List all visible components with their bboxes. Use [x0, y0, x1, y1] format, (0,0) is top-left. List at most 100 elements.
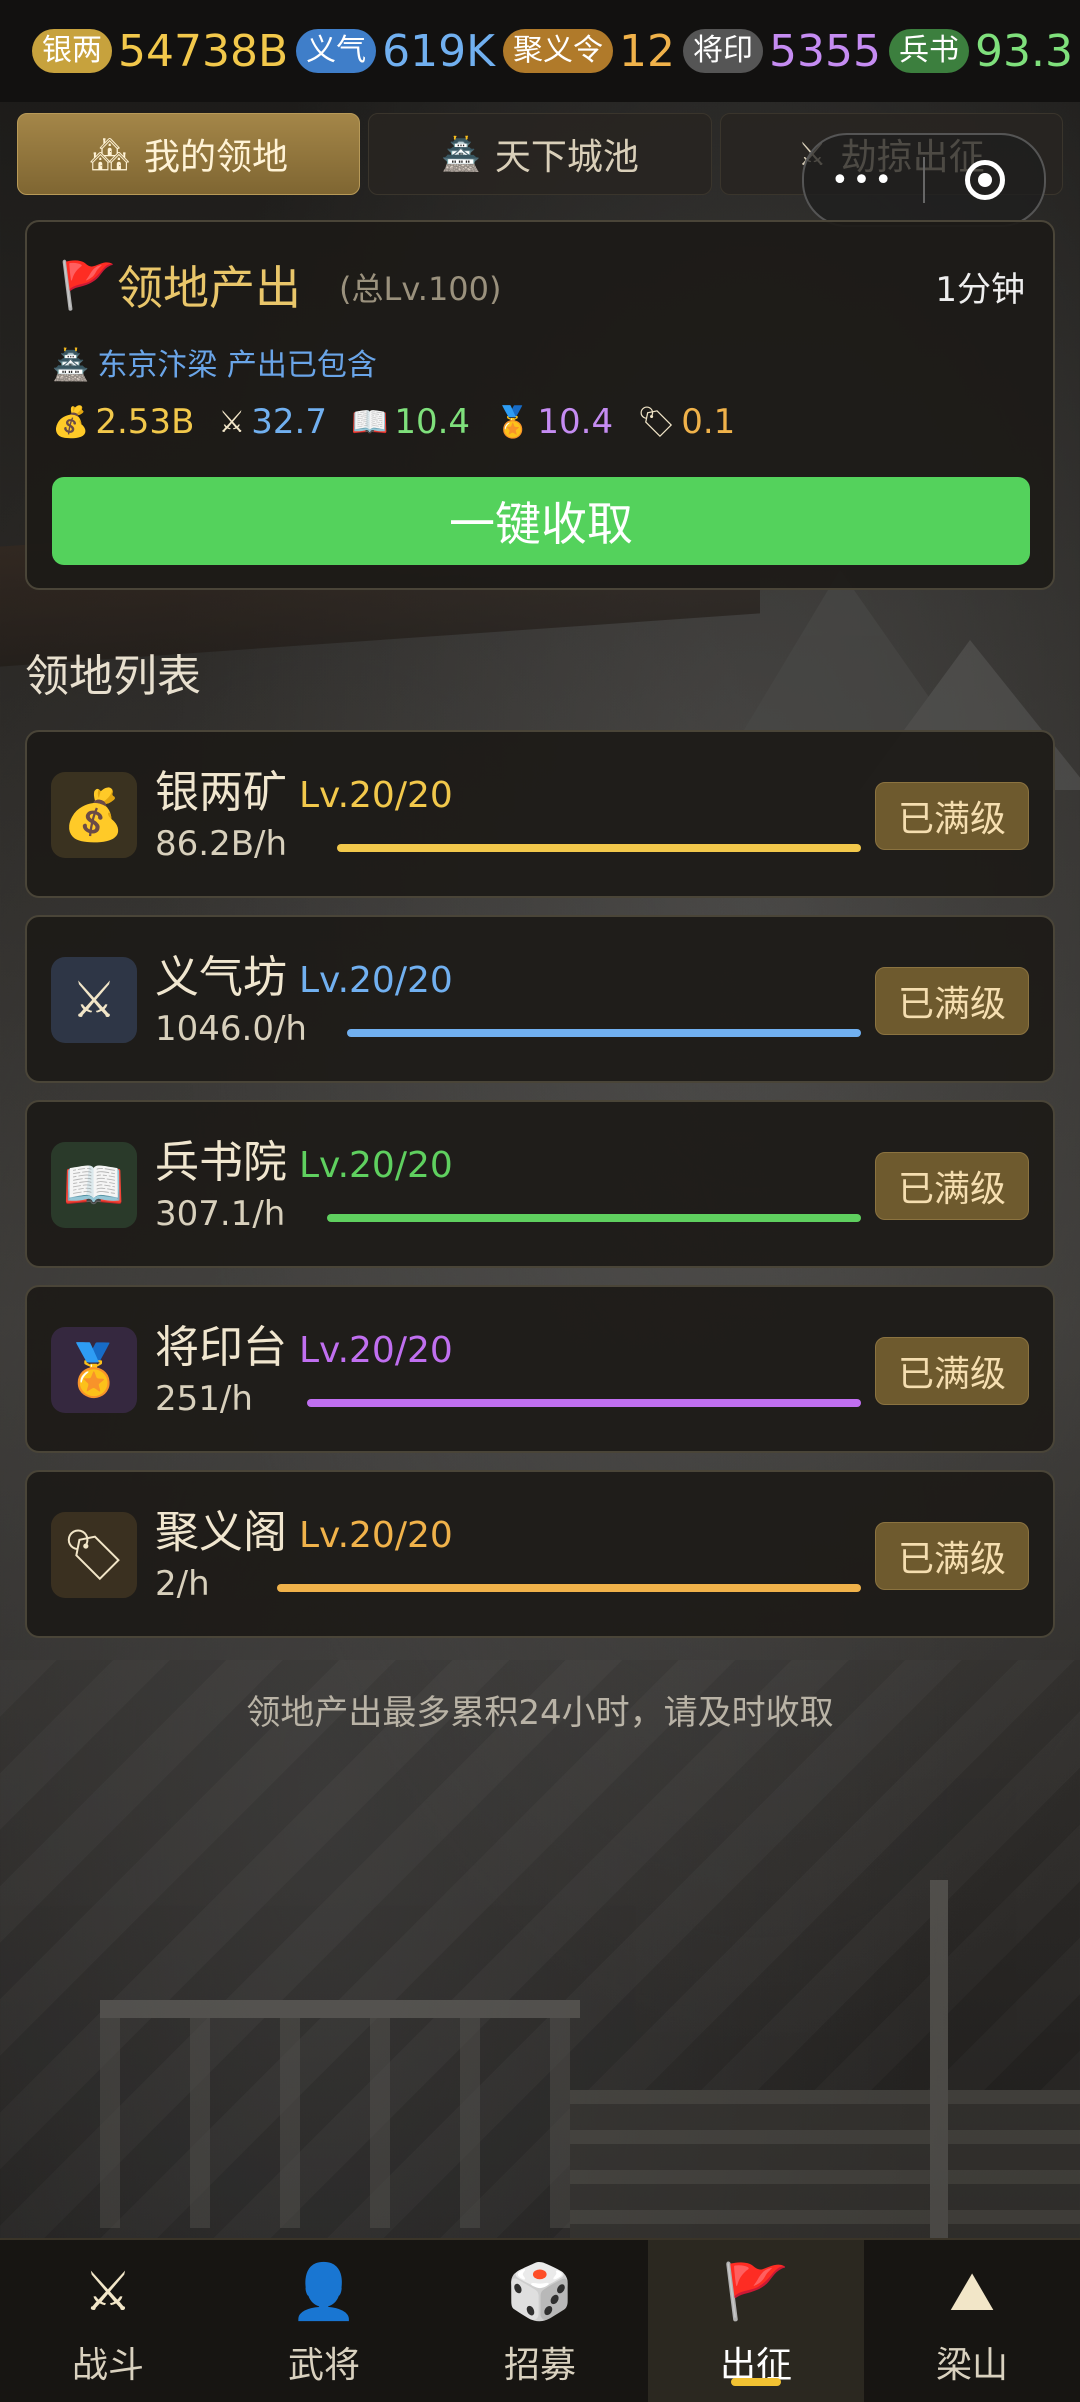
nav-item-4[interactable]: ⛰ 梁山	[864, 2240, 1080, 2402]
pagoda-icon: 🏯	[441, 135, 481, 173]
building-rate: 251/h	[155, 1379, 253, 1419]
collect-all-button[interactable]: 一键收取	[52, 477, 1030, 565]
tab-label: 我的领地	[143, 137, 288, 178]
resource-value: 12	[619, 25, 675, 77]
territory-row: 💰 银两矿 Lv.20/20 86.2B/h 已满级	[25, 730, 1055, 898]
label-icon: 🏷	[51, 1512, 137, 1598]
max-level-button[interactable]: 已满级	[875, 1337, 1029, 1405]
crossed-swords-icon: ⚔	[51, 957, 137, 1043]
resource-4: 兵书 93.3	[888, 25, 1073, 77]
production-timer: 1分钟	[935, 270, 1025, 310]
resource-0: 银两 54738B	[32, 26, 288, 77]
medal-icon: 🏅	[51, 1327, 137, 1413]
crossed-swords-icon: ⚔	[218, 404, 246, 440]
medal-icon: 🏅	[494, 404, 532, 440]
max-level-button[interactable]: 已满级	[875, 967, 1029, 1035]
production-progress-bar	[277, 1584, 861, 1592]
city-bonus-text: 🏯 东京汴梁 产出已包含	[52, 340, 377, 384]
target-icon	[964, 160, 1005, 200]
building-name: 将印台	[155, 1322, 287, 1373]
tab-label: 天下城池	[494, 137, 639, 178]
accumulation-note: 领地产出最多累积24小时，请及时收取	[246, 1693, 834, 1733]
house-icon: 🏘	[89, 135, 130, 173]
rate-item: 🏷 0.1	[637, 402, 735, 442]
building-name-line: 聚义阁 Lv.20/20	[155, 1496, 453, 1560]
territory-row: ⚔ 义气坊 Lv.20/20 1046.0/h 已满级	[25, 915, 1055, 1083]
resource-value: 619K	[382, 25, 495, 77]
territory-row: 🏷 聚义阁 Lv.20/20 2/h 已满级	[25, 1470, 1055, 1638]
nav-label: 招募	[503, 2345, 576, 2386]
flag-icon: 🚩	[722, 2260, 790, 2323]
max-level-button[interactable]: 已满级	[875, 1522, 1029, 1590]
flag-icon: 🚩	[59, 258, 117, 312]
resource-value: 93.3	[974, 25, 1073, 77]
resource-label: 将印	[683, 29, 763, 73]
nav-item-0[interactable]: ⚔ 战斗	[0, 2240, 216, 2402]
rate-value: 32.7	[251, 402, 327, 442]
resource-bar: 银两 54738B 义气 619K 聚义令 12 将印 5355 兵书 93.3	[0, 0, 1080, 102]
territory-row: 📖 兵书院 Lv.20/20 307.1/h 已满级	[25, 1100, 1055, 1268]
book-icon: 📖	[351, 404, 389, 440]
nav-label: 梁山	[935, 2345, 1008, 2386]
building-level: Lv.20/20	[299, 1330, 453, 1371]
production-rates: 💰 2.53B ⚔ 32.7 📖 10.4 🏅 10.4 🏷 0.1	[52, 402, 735, 442]
building-level: Lv.20/20	[299, 1145, 453, 1186]
mini-program-capsule: •••	[802, 133, 1046, 227]
resource-label: 聚义令	[503, 29, 613, 73]
rate-item: ⚔ 32.7	[218, 402, 327, 442]
nav-label: 战斗	[71, 2345, 144, 2386]
tab-1[interactable]: 🏯 天下城池	[368, 113, 712, 195]
production-progress-bar	[337, 844, 861, 852]
max-level-button[interactable]: 已满级	[875, 1152, 1029, 1220]
active-indicator	[731, 2378, 781, 2386]
rate-item: 💰 2.53B	[52, 402, 194, 442]
production-progress-bar	[307, 1399, 861, 1407]
rate-value: 10.4	[394, 402, 471, 442]
tab-0[interactable]: 🏘 我的领地	[17, 113, 361, 195]
building-name: 聚义阁	[155, 1507, 287, 1558]
nav-item-2[interactable]: 🎲 招募	[432, 2240, 648, 2402]
territory-row: 🏅 将印台 Lv.20/20 251/h 已满级	[25, 1285, 1055, 1453]
building-level: Lv.20/20	[299, 960, 453, 1001]
dice-icon: 🎲	[506, 2260, 574, 2323]
production-progress-bar	[347, 1029, 861, 1037]
production-progress-bar	[327, 1214, 861, 1222]
money-bag-icon: 💰	[52, 404, 90, 440]
rate-value: 10.4	[537, 402, 614, 442]
resource-value: 54738B	[118, 25, 289, 77]
max-level-button[interactable]: 已满级	[875, 782, 1029, 850]
building-name-line: 将印台 Lv.20/20	[155, 1311, 453, 1375]
city-bonus-label: 东京汴梁 产出已包含	[97, 348, 377, 383]
bottom-nav: ⚔ 战斗 👤 武将 🎲 招募 🚩 出征 ⛰ 梁山	[0, 2238, 1080, 2402]
money-bag-icon: 💰	[51, 772, 137, 858]
close-mini-program-button[interactable]	[925, 160, 1044, 200]
resource-1: 义气 619K	[296, 26, 495, 77]
building-name-line: 银两矿 Lv.20/20	[155, 756, 453, 820]
production-total-level: (总Lv.100)	[339, 270, 502, 308]
nav-item-1[interactable]: 👤 武将	[216, 2240, 432, 2402]
book-icon: 📖	[51, 1142, 137, 1228]
building-name-line: 义气坊 Lv.20/20	[155, 941, 453, 1005]
resource-3: 将印 5355	[683, 26, 881, 77]
building-name: 兵书院	[155, 1137, 287, 1188]
building-name: 义气坊	[155, 952, 287, 1003]
person-icon: 👤	[290, 2260, 358, 2323]
building-rate: 307.1/h	[155, 1194, 286, 1234]
production-card: 🚩 领地产出 (总Lv.100) 1分钟 🏯 东京汴梁 产出已包含 💰 2.53B ⚔…	[25, 220, 1055, 590]
resource-label: 兵书	[888, 29, 969, 73]
resource-label: 银两	[32, 29, 112, 73]
building-level: Lv.20/20	[299, 1515, 453, 1556]
mountain-icon: ⛰	[949, 2260, 995, 2323]
resource-2: 聚义令 12	[503, 26, 675, 77]
production-title: 领地产出	[117, 261, 301, 315]
building-rate: 86.2B/h	[155, 824, 288, 864]
resource-value: 5355	[769, 25, 881, 77]
resource-label: 义气	[296, 29, 377, 73]
nav-item-3[interactable]: 🚩 出征	[648, 2240, 864, 2402]
rate-value: 0.1	[681, 402, 736, 442]
rate-value: 2.53B	[95, 402, 195, 442]
more-menu-button[interactable]: •••	[804, 163, 923, 198]
territory-list: 💰 银两矿 Lv.20/20 86.2B/h 已满级 ⚔ 义气坊 Lv.20/20 1046.0…	[25, 730, 1055, 1655]
building-name: 银两矿	[155, 767, 287, 818]
rate-item: 📖 10.4	[351, 402, 470, 442]
